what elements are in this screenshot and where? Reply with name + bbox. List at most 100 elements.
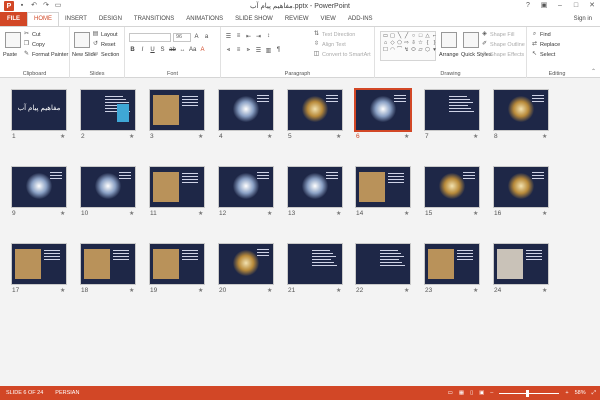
slide-thumbnail[interactable] <box>219 244 273 284</box>
tab-animations[interactable]: ANIMATIONS <box>180 12 229 26</box>
normal-view-icon[interactable]: ▭ <box>448 390 453 396</box>
slideshow-view-icon[interactable]: ▣ <box>479 390 484 396</box>
tab-transitions[interactable]: TRANSITIONS <box>128 12 180 26</box>
shape-icon[interactable]: ⇨ <box>403 40 410 47</box>
collapse-ribbon-icon[interactable]: ⌃ <box>591 68 596 75</box>
tab-design[interactable]: DESIGN <box>93 12 128 26</box>
close-icon[interactable]: ✕ <box>584 0 600 12</box>
ribbon-display-icon[interactable]: ▣ <box>536 0 552 12</box>
start-slideshow-icon[interactable]: ▭ <box>54 2 62 10</box>
align-right-icon[interactable]: ⫸ <box>245 47 252 54</box>
transition-star-icon[interactable]: ★ <box>336 287 341 294</box>
slide-sorter-view-icon[interactable]: ▦ <box>459 390 464 396</box>
shape-icon[interactable]: ▭ <box>382 33 389 40</box>
tab-file[interactable]: FILE <box>0 12 27 26</box>
tab-addins[interactable]: ADD-INS <box>342 12 379 26</box>
shape-icon[interactable]: ╱ <box>403 33 410 40</box>
minimize-icon[interactable]: – <box>552 0 568 12</box>
shapes-gallery[interactable]: ▭ ▢ ╲ ╱ ○ □ △ ⌐ ⌂ ◇ ⬠ ⇨ ⇩ ☆{} ☐ ◠ ⌒ ↯ ⬭ ▱ ⬡ ▾ <box>380 31 436 61</box>
shape-icon[interactable]: ▢ <box>389 33 396 40</box>
transition-star-icon[interactable]: ★ <box>336 210 341 217</box>
shape-icon[interactable]: △ <box>424 33 431 40</box>
slide-thumbnail[interactable] <box>494 167 548 207</box>
transition-star-icon[interactable]: ★ <box>404 287 409 294</box>
transition-star-icon[interactable]: ★ <box>336 133 341 140</box>
slide-thumbnail[interactable] <box>219 167 273 207</box>
line-spacing-icon[interactable]: ↕ <box>265 33 272 40</box>
arrange-button[interactable]: Arrange <box>439 52 459 58</box>
transition-star-icon[interactable]: ★ <box>542 133 547 140</box>
slide-thumbnail[interactable] <box>288 244 342 284</box>
help-icon[interactable]: ? <box>520 0 536 12</box>
font-name-box[interactable] <box>129 33 171 42</box>
font-size-box[interactable]: 96 <box>173 33 191 42</box>
shadow-icon[interactable]: S <box>159 47 166 53</box>
transition-star-icon[interactable]: ★ <box>542 210 547 217</box>
align-left-icon[interactable]: ⫷ <box>225 47 232 54</box>
maximize-icon[interactable]: □ <box>568 0 584 12</box>
slide-thumbnail[interactable] <box>150 90 204 130</box>
transition-star-icon[interactable]: ★ <box>267 210 272 217</box>
shape-icon[interactable]: ⬭ <box>410 47 417 54</box>
transition-star-icon[interactable]: ★ <box>404 133 409 140</box>
reading-view-icon[interactable]: ▯ <box>470 390 473 396</box>
shape-icon[interactable]: ⬡ <box>424 47 431 54</box>
char-spacing-icon[interactable]: ↔ <box>179 47 186 53</box>
transition-star-icon[interactable]: ★ <box>198 287 203 294</box>
slide-thumbnail[interactable] <box>12 167 66 207</box>
powerpoint-logo-icon[interactable]: P <box>4 1 14 11</box>
tab-review[interactable]: REVIEW <box>279 12 315 26</box>
redo-icon[interactable]: ↷ <box>42 2 50 10</box>
cut-button[interactable]: ✂ Cut <box>23 31 41 38</box>
transition-star-icon[interactable]: ★ <box>129 210 134 217</box>
strikethrough-icon[interactable]: ab <box>169 47 176 53</box>
zoom-thumb[interactable] <box>526 389 530 397</box>
slide-thumbnail[interactable] <box>356 90 410 130</box>
font-color-icon[interactable]: A <box>199 47 206 53</box>
shape-icon[interactable]: ☆ <box>417 40 424 47</box>
copy-button[interactable]: ❐ Copy <box>23 41 45 48</box>
save-icon[interactable]: ▪ <box>18 2 26 10</box>
shape-icon[interactable]: ⬠ <box>396 40 403 47</box>
paste-icon[interactable] <box>5 32 21 48</box>
slide-thumbnail[interactable] <box>150 244 204 284</box>
shrink-font-icon[interactable]: a <box>203 34 210 40</box>
slide-thumbnail[interactable] <box>81 90 135 130</box>
find-button[interactable]: ⌕ Find <box>531 31 551 38</box>
bold-icon[interactable]: B <box>129 47 136 53</box>
slide-thumbnail[interactable] <box>356 244 410 284</box>
transition-star-icon[interactable]: ★ <box>129 133 134 140</box>
grow-font-icon[interactable]: A <box>193 34 200 40</box>
layout-button[interactable]: ▤ Layout <box>92 31 118 38</box>
slide-thumbnail[interactable] <box>356 167 410 207</box>
shape-icon[interactable]: { <box>424 40 431 47</box>
slide-thumbnail[interactable] <box>494 244 548 284</box>
transition-star-icon[interactable]: ★ <box>267 287 272 294</box>
transition-star-icon[interactable]: ★ <box>60 287 65 294</box>
tab-slideshow[interactable]: SLIDE SHOW <box>229 12 279 26</box>
zoom-level[interactable]: 58% <box>575 390 586 396</box>
fit-slide-icon[interactable]: ⤢ <box>592 390 596 397</box>
transition-star-icon[interactable]: ★ <box>267 133 272 140</box>
change-case-icon[interactable]: Aa <box>189 47 196 53</box>
transition-star-icon[interactable]: ★ <box>473 133 478 140</box>
transition-star-icon[interactable]: ★ <box>60 210 65 217</box>
slide-thumbnail[interactable] <box>425 90 479 130</box>
shape-effects-button[interactable]: ◌ Shape Effects <box>481 51 524 58</box>
shape-icon[interactable]: ◇ <box>389 40 396 47</box>
new-slide-icon[interactable] <box>74 32 90 48</box>
tab-insert[interactable]: INSERT <box>59 12 93 26</box>
shape-icon[interactable]: □ <box>417 33 424 40</box>
underline-icon[interactable]: U <box>149 47 156 53</box>
select-button[interactable]: ↖ Select <box>531 51 555 58</box>
transition-star-icon[interactable]: ★ <box>473 287 478 294</box>
shape-icon[interactable]: ⌂ <box>382 40 389 47</box>
zoom-slider[interactable] <box>499 389 560 397</box>
numbering-icon[interactable]: ≡ <box>235 33 242 40</box>
shape-icon[interactable]: ↯ <box>403 47 410 54</box>
shape-fill-button[interactable]: ◈ Shape Fill <box>481 31 514 38</box>
shape-icon[interactable]: } <box>431 40 438 47</box>
quick-styles-icon[interactable] <box>463 32 479 48</box>
sign-in-link[interactable]: Sign in <box>566 12 600 26</box>
section-button[interactable]: ▭ Section <box>92 51 120 58</box>
